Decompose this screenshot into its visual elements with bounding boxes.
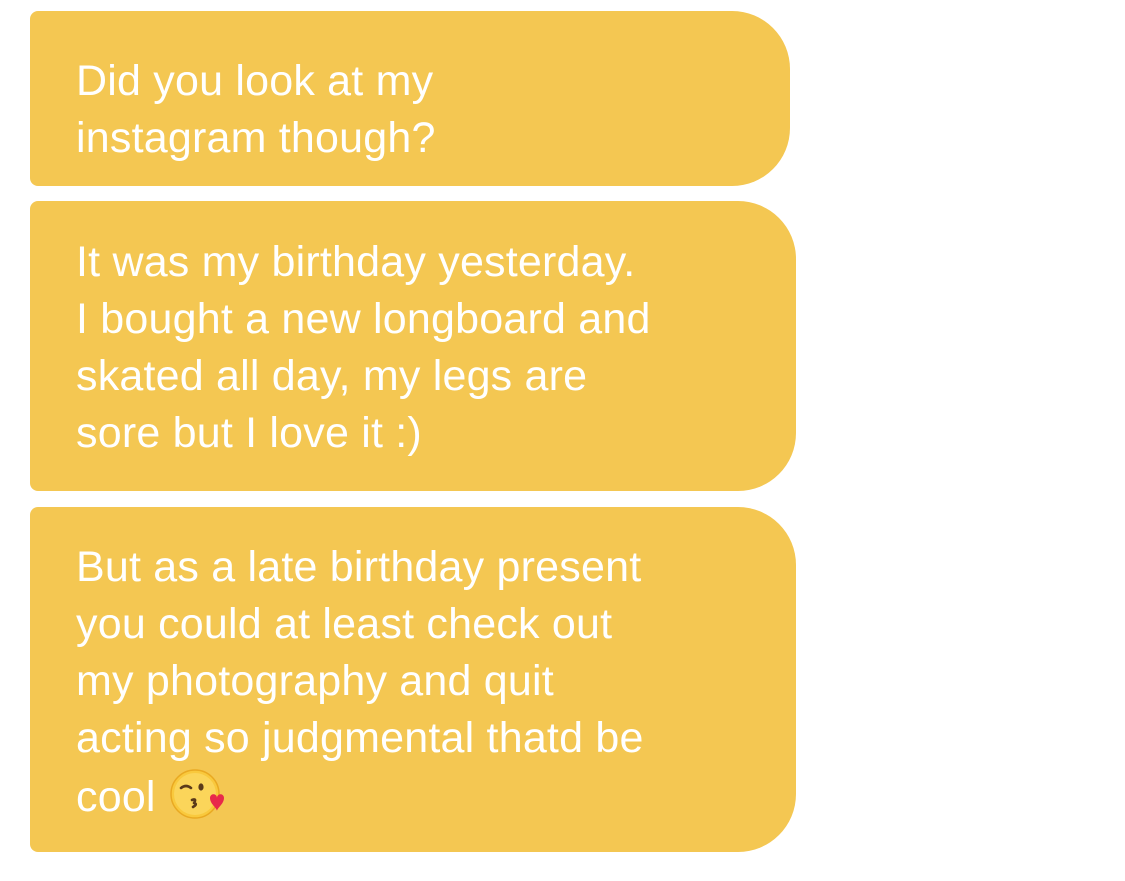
- message-text-content: But as a late birthday present you could…: [76, 543, 644, 821]
- kissing-face-with-heart-icon: [169, 767, 224, 836]
- message-text: It was my birthday yesterday. I bought a…: [76, 238, 651, 457]
- message-bubble[interactable]: It was my birthday yesterday. I bought a…: [30, 201, 796, 491]
- message-text: Did you look at my instagram though?: [76, 57, 436, 162]
- message-bubble[interactable]: Did you look at my instagram though?: [30, 11, 790, 186]
- message-bubble[interactable]: But as a late birthday present you could…: [30, 507, 796, 852]
- message-text: But as a late birthday present you could…: [76, 539, 766, 836]
